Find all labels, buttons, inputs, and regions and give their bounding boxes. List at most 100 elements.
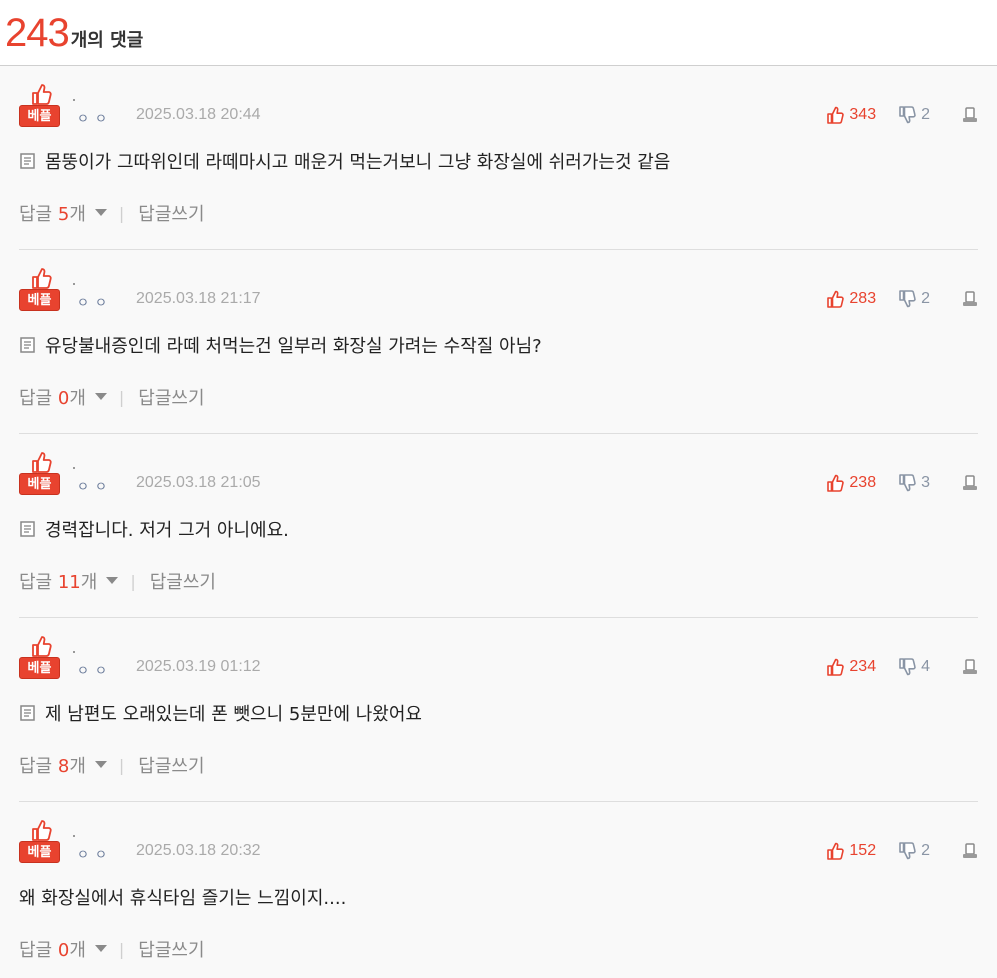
reply-count: 11 xyxy=(57,572,81,593)
thumbs-up-icon xyxy=(32,84,52,105)
comment-body: 왜 화장실에서 휴식타임 즐기는 느낌이지.... xyxy=(19,884,346,910)
like-button[interactable]: 283 xyxy=(826,290,876,308)
comment-footer: 답글 8개 | 답글쓰기 xyxy=(19,752,205,778)
decorative-dot xyxy=(73,283,75,285)
chevron-down-icon[interactable] xyxy=(94,945,107,953)
comment-count-label: 개의 댓글 xyxy=(70,30,144,51)
comment-list: 베플 ㅇㅇ 2025.03.18 20:44 343 2 몸뚱이가 그따위인데 … xyxy=(0,66,997,978)
comment-item: 베플 ㅇㅇ 2025.03.18 21:05 238 3 경력잡니다. 저거 그… xyxy=(19,434,978,618)
comment-body: 제 남편도 오래있는데 폰 뺏으니 5분만에 나왔어요 xyxy=(19,700,422,726)
write-reply-button[interactable]: 답글쓰기 xyxy=(150,568,216,594)
dislike-icon xyxy=(899,290,916,308)
comment-actions: 238 3 xyxy=(826,472,978,494)
comment-item: 베플 ㅇㅇ 2025.03.18 21:17 283 2 유당불내증인데 라떼 … xyxy=(19,250,978,434)
reply-label: 답글 xyxy=(19,572,53,593)
comment-footer: 답글 0개 | 답글쓰기 xyxy=(19,936,205,962)
reply-count: 8 xyxy=(57,756,70,777)
divider: | xyxy=(118,939,125,959)
best-label: 베플 xyxy=(19,841,60,863)
report-button[interactable] xyxy=(962,475,978,491)
write-reply-button[interactable]: 답글쓰기 xyxy=(138,200,204,226)
thumbs-up-icon xyxy=(32,268,52,289)
dislike-button[interactable]: 3 xyxy=(898,474,930,492)
memo-icon xyxy=(20,705,35,721)
like-icon xyxy=(827,658,845,676)
write-reply-button[interactable]: 답글쓰기 xyxy=(138,384,204,410)
like-button[interactable]: 234 xyxy=(826,658,876,676)
best-label: 베플 xyxy=(19,473,60,495)
best-label: 베플 xyxy=(19,289,60,311)
report-icon xyxy=(963,659,977,674)
dislike-icon xyxy=(899,474,916,492)
like-button[interactable]: 152 xyxy=(826,842,876,860)
comment-item: 베플 ㅇㅇ 2025.03.19 01:12 234 4 제 남편도 오래있는데… xyxy=(19,618,978,802)
reply-toggle[interactable]: 답글 8개 xyxy=(19,752,86,778)
comment-date: 2025.03.18 20:32 xyxy=(136,842,261,859)
dislike-count: 2 xyxy=(921,290,930,307)
dislike-button[interactable]: 2 xyxy=(898,106,930,124)
like-button[interactable]: 238 xyxy=(826,474,876,492)
best-comment-badge: 베플 xyxy=(19,635,61,679)
comment-actions: 343 2 xyxy=(826,104,978,126)
divider: | xyxy=(118,203,125,223)
best-label: 베플 xyxy=(19,105,60,127)
reply-label: 답글 xyxy=(19,940,53,961)
report-button[interactable] xyxy=(962,843,978,859)
comment-text: 몸뚱이가 그따위인데 라떼마시고 매운거 먹는거보니 그냥 화장실에 쉬러가는것… xyxy=(45,152,671,173)
memo-icon xyxy=(20,153,35,169)
dislike-button[interactable]: 2 xyxy=(898,290,930,308)
write-reply-button[interactable]: 답글쓰기 xyxy=(138,752,204,778)
comment-author[interactable]: ㅇㅇ xyxy=(77,292,113,311)
comment-author[interactable]: ㅇㅇ xyxy=(77,476,113,495)
like-button[interactable]: 343 xyxy=(826,106,876,124)
comment-text: 왜 화장실에서 휴식타임 즐기는 느낌이지.... xyxy=(19,888,347,909)
chevron-down-icon[interactable] xyxy=(94,761,107,769)
comment-author[interactable]: ㅇㅇ xyxy=(77,108,113,127)
report-icon xyxy=(963,475,977,490)
report-button[interactable] xyxy=(962,659,978,675)
dislike-count: 2 xyxy=(921,842,930,859)
reply-unit: 개 xyxy=(69,388,86,409)
comment-text: 제 남편도 오래있는데 폰 뺏으니 5분만에 나왔어요 xyxy=(45,704,422,725)
dislike-icon xyxy=(899,658,916,676)
comment-text: 유당불내증인데 라떼 처먹는건 일부러 화장실 가려는 수작질 아님? xyxy=(45,336,542,357)
comment-author[interactable]: ㅇㅇ xyxy=(77,844,113,863)
report-button[interactable] xyxy=(962,291,978,307)
like-icon xyxy=(827,290,845,308)
comment-text: 경력잡니다. 저거 그거 아니에요. xyxy=(45,520,289,541)
comment-author[interactable]: ㅇㅇ xyxy=(77,660,113,679)
report-icon xyxy=(963,107,977,122)
reply-unit: 개 xyxy=(69,756,86,777)
chevron-down-icon[interactable] xyxy=(94,393,107,401)
dislike-button[interactable]: 2 xyxy=(898,842,930,860)
chevron-down-icon[interactable] xyxy=(94,209,107,217)
reply-toggle[interactable]: 답글 11개 xyxy=(19,568,97,594)
dislike-button[interactable]: 4 xyxy=(898,658,930,676)
best-comment-badge: 베플 xyxy=(19,819,61,863)
reply-label: 답글 xyxy=(19,204,53,225)
comment-actions: 152 2 xyxy=(826,840,978,862)
comment-footer: 답글 0개 | 답글쓰기 xyxy=(19,384,205,410)
dislike-count: 2 xyxy=(921,106,930,123)
comments-header: 243 개의 댓글 xyxy=(0,0,997,66)
best-comment-badge: 베플 xyxy=(19,451,61,495)
like-count: 152 xyxy=(849,842,877,859)
chevron-down-icon[interactable] xyxy=(106,577,119,585)
memo-icon xyxy=(20,521,35,537)
comment-body: 유당불내증인데 라떼 처먹는건 일부러 화장실 가려는 수작질 아님? xyxy=(19,332,542,358)
dislike-icon xyxy=(899,842,916,860)
comment-date: 2025.03.18 20:44 xyxy=(136,106,261,123)
divider: | xyxy=(118,755,125,775)
write-reply-button[interactable]: 답글쓰기 xyxy=(138,936,204,962)
reply-unit: 개 xyxy=(69,204,86,225)
thumbs-up-icon xyxy=(32,452,52,473)
decorative-dot xyxy=(73,467,75,469)
best-label: 베플 xyxy=(19,657,60,679)
comment-date: 2025.03.19 01:12 xyxy=(136,658,261,675)
reply-toggle[interactable]: 답글 5개 xyxy=(19,200,86,226)
reply-toggle[interactable]: 답글 0개 xyxy=(19,936,86,962)
reply-toggle[interactable]: 답글 0개 xyxy=(19,384,86,410)
reply-count: 0 xyxy=(57,388,70,409)
report-button[interactable] xyxy=(962,107,978,123)
decorative-dot xyxy=(73,835,75,837)
